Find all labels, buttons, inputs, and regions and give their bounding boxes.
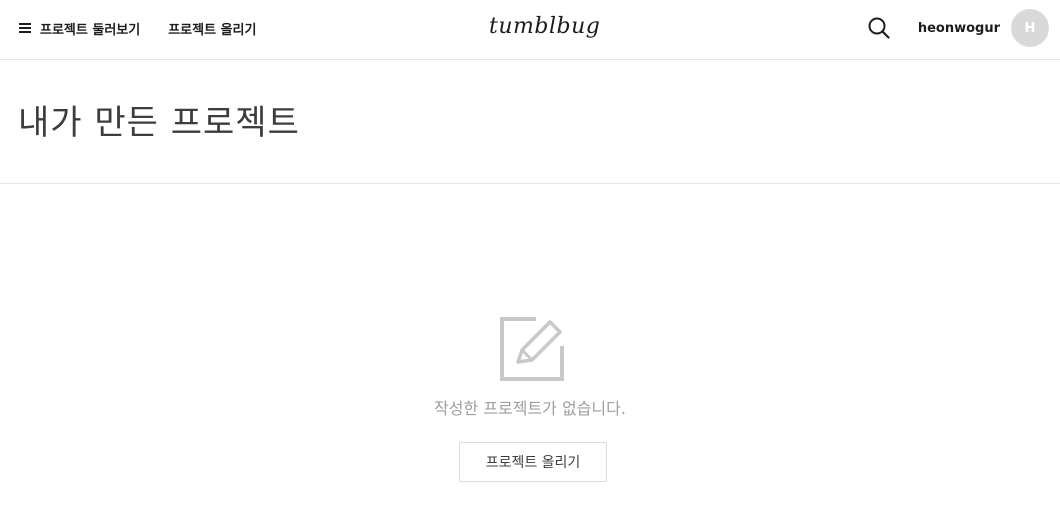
avatar[interactable]: H [1011,9,1049,47]
search-button[interactable] [867,16,891,40]
upload-project-label: 프로젝트 올리기 [168,22,257,38]
empty-state: 작성한 프로젝트가 없습니다. 프로젝트 올리기 [0,184,1060,519]
upload-project-link[interactable]: 프로젝트 올리기 [168,19,256,38]
upload-project-button[interactable]: 프로젝트 올리기 [459,442,607,482]
search-icon [868,17,890,39]
username[interactable]: heonwogur [918,21,1000,36]
top-header: 프로젝트 둘러보기 프로젝트 올리기 tumblbug heonwogur H [0,0,1060,60]
browse-projects-label: 프로젝트 둘러보기 [40,22,141,38]
edit-icon [500,317,564,381]
empty-message: 작성한 프로젝트가 없습니다. [434,399,626,418]
tumblbug-logo[interactable]: tumblbug [489,11,600,43]
page-title: 내가 만든 프로젝트 [18,103,300,143]
browse-projects-link[interactable]: 프로젝트 둘러보기 [19,19,140,38]
title-section: 내가 만든 프로젝트 [0,60,1060,184]
header-user-area: heonwogur H [867,0,1049,56]
menu-icon [19,23,31,33]
header-nav: 프로젝트 둘러보기 프로젝트 올리기 [19,0,256,56]
